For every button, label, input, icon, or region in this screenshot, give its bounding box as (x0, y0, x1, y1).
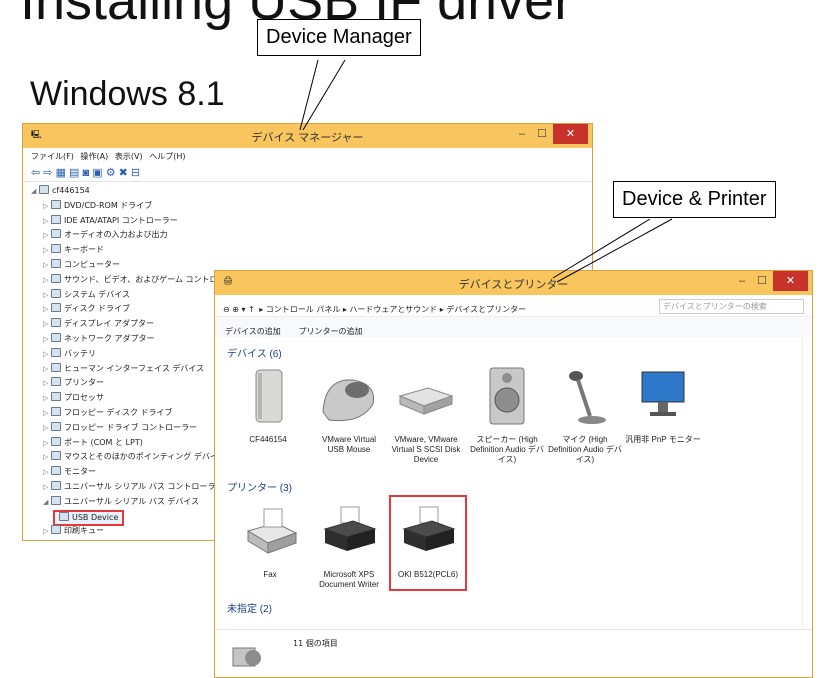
callout-pointers (299, 59, 673, 283)
